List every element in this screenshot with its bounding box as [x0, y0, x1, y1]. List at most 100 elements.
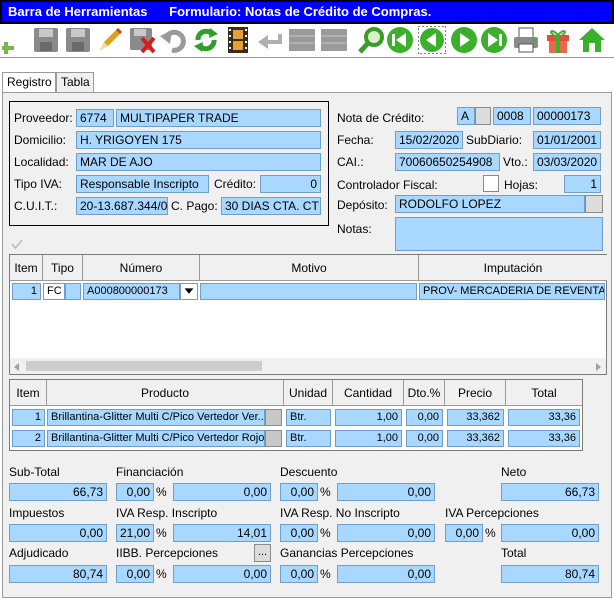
refresh-icon[interactable]: [192, 26, 220, 54]
cell-precio[interactable]: 33,362: [447, 409, 504, 426]
ganancias-pct-field[interactable]: 0,00: [280, 565, 318, 583]
cell-producto[interactable]: Brillantina-Glitter Multi C/Pico Vertedo…: [47, 409, 265, 426]
cell-dto[interactable]: 0,00: [406, 430, 443, 447]
scroll-left-icon[interactable]: [12, 361, 22, 371]
iva-rni-field[interactable]: 0,00: [337, 524, 435, 542]
previous-record-icon[interactable]: [417, 25, 447, 55]
save-icon[interactable]: [32, 26, 60, 54]
cell-precio[interactable]: 33,362: [447, 430, 504, 447]
impuestos-field[interactable]: 0,00: [9, 524, 107, 542]
proveedor-name-field[interactable]: MULTIPAPER TRADE: [116, 109, 321, 127]
controlador-fiscal-checkbox[interactable]: [483, 175, 499, 192]
grid-icon[interactable]: [320, 26, 348, 54]
cai-field[interactable]: 70060650254908: [395, 153, 500, 171]
subtotal-field[interactable]: 66,73: [9, 483, 107, 501]
column-header-precio[interactable]: Precio: [445, 380, 506, 406]
chevron-down-icon[interactable]: [180, 283, 198, 300]
grid-icon[interactable]: [288, 26, 316, 54]
financiacion-pct-field[interactable]: 0,00: [116, 483, 154, 501]
subdiario-field[interactable]: 01/01/2001: [533, 131, 601, 149]
cell-dto[interactable]: 0,00: [406, 409, 443, 426]
producto-lookup-button[interactable]: [265, 409, 282, 426]
cell-tipo-button[interactable]: [65, 283, 81, 300]
search-icon[interactable]: [358, 26, 386, 54]
cell-tipo[interactable]: FC: [43, 283, 65, 300]
next-record-icon[interactable]: [450, 26, 478, 54]
cell-item[interactable]: 2: [12, 430, 45, 447]
iva-ri-field[interactable]: 14,01: [173, 524, 271, 542]
column-header-motivo[interactable]: Motivo: [200, 255, 419, 281]
column-header-dto[interactable]: Dto.%: [404, 380, 445, 406]
hojas-field[interactable]: 1: [564, 175, 601, 193]
gift-icon[interactable]: [544, 26, 572, 54]
tab-registro[interactable]: Registro: [2, 72, 56, 93]
iibb-detail-button[interactable]: ...: [254, 544, 271, 562]
cell-imputacion[interactable]: PROV- MERCADERIA DE REVENTA: [419, 283, 605, 300]
undo-icon[interactable]: [160, 26, 188, 54]
film-icon[interactable]: [224, 26, 252, 54]
horizontal-scrollbar[interactable]: [10, 358, 606, 374]
cell-producto[interactable]: Brillantina-Glitter Multi C/Pico Vertedo…: [47, 430, 265, 447]
cell-item[interactable]: 1: [12, 409, 45, 426]
cell-unidad[interactable]: Btr.: [286, 409, 331, 426]
cell-cantidad[interactable]: 1,00: [335, 409, 402, 426]
nota-numero-field[interactable]: 00000173: [533, 107, 601, 125]
tipo-iva-field[interactable]: Responsable Inscripto: [76, 175, 209, 193]
nota-letra-dropdown-button[interactable]: [475, 107, 491, 125]
total-field[interactable]: 80,74: [501, 565, 599, 583]
edit-pencil-icon[interactable]: [96, 26, 124, 54]
cpago-field[interactable]: 30 DIAS CTA. CT: [221, 197, 321, 215]
tab-tabla[interactable]: Tabla: [56, 72, 94, 92]
adjudicado-field[interactable]: 80,74: [9, 565, 107, 583]
iva-percepciones-field[interactable]: 0,00: [501, 524, 599, 542]
save-disabled-icon[interactable]: [64, 26, 92, 54]
neto-field[interactable]: 66,73: [501, 483, 599, 501]
nota-pv-field[interactable]: 0008: [493, 107, 531, 125]
delete-icon[interactable]: [128, 26, 156, 54]
last-record-icon[interactable]: [480, 26, 508, 54]
column-header-cantidad[interactable]: Cantidad: [333, 380, 404, 406]
producto-lookup-button[interactable]: [265, 430, 282, 447]
column-header-producto[interactable]: Producto: [47, 380, 284, 406]
scroll-right-icon[interactable]: [593, 361, 603, 371]
deposito-field[interactable]: RODOLFO LOPEZ: [395, 195, 585, 213]
scrollbar-thumb[interactable]: [26, 361, 262, 371]
column-header-tipo[interactable]: Tipo: [43, 255, 83, 281]
cell-item[interactable]: 1: [12, 283, 41, 300]
fecha-field[interactable]: 15/02/2020: [395, 131, 463, 149]
first-record-icon[interactable]: [386, 26, 414, 54]
column-header-unidad[interactable]: Unidad: [284, 380, 333, 406]
column-header-imputacion[interactable]: Imputación: [419, 255, 607, 281]
home-icon[interactable]: [578, 26, 606, 54]
iibb-field[interactable]: 0,00: [173, 565, 271, 583]
cell-motivo[interactable]: [200, 283, 417, 300]
cell-unidad[interactable]: Btr.: [286, 430, 331, 447]
nota-letra-field[interactable]: A: [457, 107, 475, 125]
domicilio-field[interactable]: H. YRIGOYEN 175: [76, 131, 321, 149]
column-header-numero[interactable]: Número: [83, 255, 200, 281]
ganancias-field[interactable]: 0,00: [337, 565, 435, 583]
iva-rni-pct-field[interactable]: 0,00: [280, 524, 318, 542]
column-header-item[interactable]: Item: [10, 380, 47, 406]
cuit-field[interactable]: 20-13.687.344/0: [76, 197, 168, 215]
iibb-pct-field[interactable]: 0,00: [116, 565, 154, 583]
iva-percepciones-pct-field[interactable]: 0,00: [445, 524, 483, 542]
print-icon[interactable]: [512, 26, 540, 54]
add-icon[interactable]: [2, 26, 30, 54]
cell-total[interactable]: 33,36: [508, 409, 580, 426]
localidad-field[interactable]: MAR DE AJO: [76, 153, 321, 171]
cell-total[interactable]: 33,36: [508, 430, 580, 447]
proveedor-code-field[interactable]: 6774: [76, 109, 114, 127]
descuento-field[interactable]: 0,00: [337, 483, 435, 501]
vto-field[interactable]: 03/03/2020: [533, 153, 601, 171]
cell-cantidad[interactable]: 1,00: [335, 430, 402, 447]
financiacion-field[interactable]: 0,00: [173, 483, 271, 501]
cell-numero[interactable]: A000800000173: [83, 283, 180, 300]
credito-field[interactable]: 0: [260, 175, 321, 193]
column-header-total[interactable]: Total: [506, 380, 582, 406]
column-header-item[interactable]: Item: [10, 255, 43, 281]
deposito-dropdown-button[interactable]: [585, 195, 603, 213]
notas-field[interactable]: [395, 217, 603, 251]
descuento-pct-field[interactable]: 0,00: [280, 483, 318, 501]
iva-ri-pct-field[interactable]: 21,00: [116, 524, 154, 542]
